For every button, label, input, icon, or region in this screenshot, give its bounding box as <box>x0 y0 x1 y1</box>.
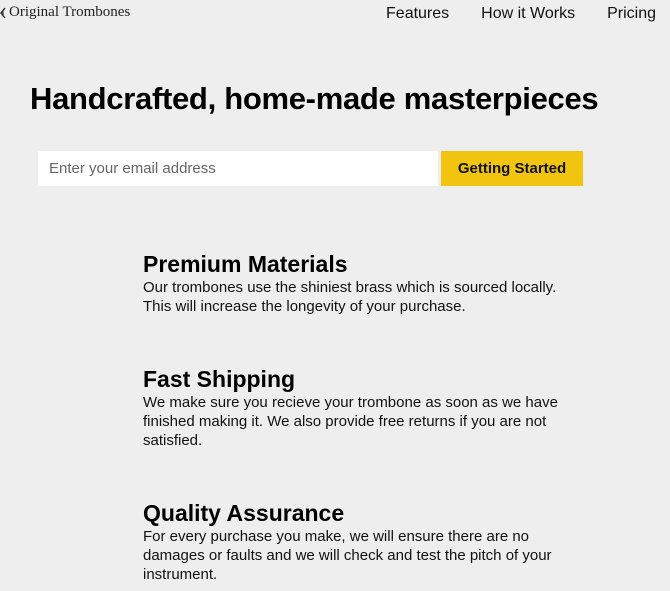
feature-premium-materials: Premium Materials Our trombones use the … <box>143 250 583 316</box>
feature-quality-assurance: Quality Assurance For every purchase you… <box>143 499 583 584</box>
email-input[interactable] <box>38 151 438 186</box>
feature-title: Premium Materials <box>143 251 348 277</box>
feature-text: We make sure you recieve your trombone a… <box>143 394 558 449</box>
logo-text: Original Trombones <box>9 4 131 20</box>
feature-title: Quality Assurance <box>143 500 345 526</box>
feature-text: For every purchase you make, we will ens… <box>143 528 552 583</box>
logo[interactable]: Original Trombones <box>0 4 130 21</box>
landing-page: Original Trombones Features How it Works… <box>0 0 670 591</box>
feature-title: Fast Shipping <box>143 366 296 392</box>
signup-form: Getting Started <box>38 151 583 186</box>
feature-fast-shipping: Fast Shipping We make sure you recieve y… <box>143 365 583 450</box>
feature-text: Our trombones use the shiniest brass whi… <box>143 279 557 315</box>
main-nav: Features How it Works Pricing <box>386 5 656 23</box>
nav-link-features[interactable]: Features <box>386 5 449 23</box>
getting-started-button[interactable]: Getting Started <box>441 151 583 186</box>
nav-link-pricing[interactable]: Pricing <box>607 5 656 23</box>
site-header: Original Trombones Features How it Works… <box>0 0 670 30</box>
hero-title: Handcrafted, home-made masterpieces <box>30 81 599 116</box>
trombone-logo-icon <box>0 7 6 19</box>
nav-link-how-it-works[interactable]: How it Works <box>481 5 575 23</box>
